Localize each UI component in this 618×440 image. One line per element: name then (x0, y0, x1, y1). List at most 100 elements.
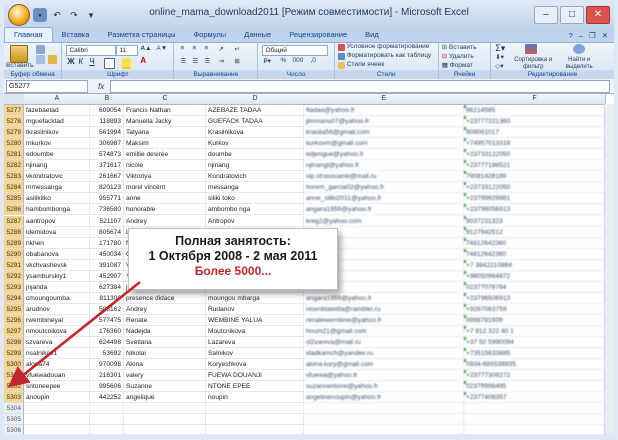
cell-e[interactable] (304, 425, 464, 434)
font-name-select[interactable]: Calibri (66, 45, 117, 56)
cell-b[interactable]: 452907 (90, 270, 124, 282)
cell-b[interactable]: 118893 (90, 116, 124, 128)
cell-d[interactable]: FUEWA DOUANJI (206, 370, 304, 382)
cut-icon[interactable] (36, 45, 45, 54)
shrink-font-icon[interactable]: A▼ (156, 45, 167, 52)
help-icon[interactable]: ? (569, 31, 573, 40)
currency-icon[interactable]: ₽▾ (263, 57, 270, 65)
row-header[interactable]: 5287 (4, 215, 24, 227)
cell-c[interactable]: Tatyana (124, 127, 206, 139)
cell-f[interactable] (464, 403, 605, 415)
cell-a[interactable]: tkrasilnikov (24, 127, 90, 139)
cell-b[interactable]: 609054 (90, 105, 124, 116)
paste-button[interactable]: Вставить (6, 62, 34, 69)
cell-f[interactable]: +7 3842210884 (464, 259, 605, 271)
cell-c[interactable]: Maksim (124, 138, 206, 150)
tab-home[interactable]: Главная (4, 27, 53, 42)
cell-f[interactable]: +23796056913 (464, 204, 605, 216)
cell-b[interactable]: 577475 (90, 314, 124, 326)
align-middle-icon[interactable]: ≡ (192, 45, 196, 52)
cell-e[interactable]: hnum21@gmail.com (304, 326, 464, 337)
cell-c[interactable]: emillie desirée (124, 149, 206, 161)
tab-page-layout[interactable]: Разметка страницы (98, 28, 184, 42)
cell-e[interactable]: horem_garcia02@yahoo.fr (304, 182, 464, 194)
cell-b[interactable]: 955771 (90, 193, 124, 205)
align-top-icon[interactable]: ≡ (180, 45, 184, 52)
cell-a[interactable]: edoumbe (24, 149, 90, 161)
cell-f[interactable]: 0998781509 (464, 314, 605, 326)
number-format-select[interactable]: Общий (262, 45, 329, 56)
table-row[interactable]: 5296 rwembineyal 577475 Renate WEMBINE YALUA… (4, 314, 614, 327)
copy-icon[interactable] (36, 55, 45, 64)
cell-f[interactable]: +23799929981 (464, 193, 605, 205)
cell-e[interactable]: vip.strasovanie@mail.ru (304, 171, 464, 183)
table-row[interactable]: 5306 (4, 425, 614, 434)
font-color-icon[interactable]: A (140, 56, 146, 65)
cell-e[interactable] (304, 403, 464, 415)
cell-e[interactable]: suzannentone@yahoo.fr (304, 381, 464, 393)
cell-e[interactable]: renatewembine@yahoo.fr (304, 314, 464, 326)
cell-a[interactable]: asilikitko (24, 193, 90, 205)
cell-b[interactable]: 391087 (90, 259, 124, 271)
row-header[interactable]: 5296 (4, 314, 24, 326)
cell-a[interactable]: ysamburskiy1 (24, 270, 90, 282)
cell-f[interactable]: 74812642360 (464, 237, 605, 249)
cell-b[interactable]: 521107 (90, 215, 124, 227)
cell-d[interactable]: Salnikov (206, 348, 304, 360)
cell-c[interactable]: Francis Nathan (124, 105, 206, 116)
cell-c[interactable]: Alona (124, 359, 206, 371)
cell-a[interactable]: rwembineyal (24, 314, 90, 326)
cell-c[interactable]: Manuella Jacky (124, 116, 206, 128)
percent-icon[interactable]: % (280, 57, 286, 64)
cell-e[interactable]: nisenblateilla@rambler.ru (304, 303, 464, 315)
cell-d[interactable]: ambombo nga (206, 204, 304, 216)
cell-c[interactable]: Svetlana (124, 337, 206, 349)
cell-e[interactable]: ftadaa@yahoo.fr (304, 105, 464, 116)
cell-d[interactable]: Lazareva (206, 337, 304, 349)
insert-cells-button[interactable]: ⊞ Вставить (442, 43, 477, 51)
cell-b[interactable]: 624498 (90, 337, 124, 349)
cell-e[interactable]: angara1959@yahoo.fr (304, 292, 464, 304)
cell-b[interactable]: 508162 (90, 303, 124, 315)
cell-f[interactable]: +37 50 5990094 (464, 337, 605, 349)
cell-f[interactable]: +98050964872 (464, 270, 605, 282)
cell-a[interactable]: aantropov (24, 215, 90, 227)
cell-f[interactable]: +23777188521 (464, 160, 605, 172)
cell-f[interactable]: +74957013318 (464, 138, 605, 150)
tab-formulas[interactable]: Формулы (184, 28, 235, 42)
cell-c[interactable]: Renate (124, 314, 206, 326)
row-header[interactable]: 5294 (4, 292, 24, 304)
close-workbook-icon[interactable]: ✕ (602, 31, 608, 40)
table-row[interactable]: 5300 alona74 970098 Alona Koryeshkova alona.k… (4, 359, 614, 371)
cell-f[interactable]: 909081017 (464, 127, 605, 139)
row-header[interactable]: 5277 (4, 105, 24, 116)
cell-d[interactable]: WEMBINE YALUA (206, 314, 304, 326)
row-header[interactable]: 5302 (4, 381, 24, 393)
indent-icon[interactable]: ⇥ (218, 57, 223, 65)
cell-a[interactable] (24, 403, 90, 415)
tab-insert[interactable]: Вставка (53, 28, 99, 42)
clear-icon[interactable]: ◇▾ (495, 62, 503, 70)
cell-e[interactable]: njinangl@yahoo.fr (304, 160, 464, 172)
cell-a[interactable]: arudnov (24, 303, 90, 315)
cell-f[interactable]: +23733122050 (464, 182, 605, 194)
row-header[interactable]: 5281 (4, 149, 24, 161)
cell-f[interactable]: 02377078794 (464, 281, 605, 293)
table-row[interactable]: 5294 cmoungoumba 811308 presence didace moun… (4, 292, 614, 305)
minimize-workbook-icon[interactable]: – (579, 31, 583, 40)
orientation-icon[interactable]: ↗ (218, 45, 223, 53)
bold-icon[interactable]: Ж (67, 57, 74, 66)
align-left-icon[interactable]: ☰ (180, 57, 186, 65)
cell-e[interactable] (304, 414, 464, 426)
row-header[interactable]: 5289 (4, 237, 24, 249)
fill-color-icon[interactable] (122, 58, 132, 69)
table-row[interactable]: 5298 szvareva 624498 Svetlana Lazareva sl2var… (4, 337, 614, 349)
cell-e[interactable]: krasita56@gmail.com (304, 127, 464, 139)
formula-input[interactable] (110, 79, 610, 93)
paste-icon[interactable] (10, 45, 28, 63)
cell-e[interactable]: anne_siliki2011@yahoo.fr (304, 193, 464, 205)
underline-icon[interactable]: Ч (89, 57, 94, 66)
table-row[interactable]: 5302 sntoneepee 995606 Suzanne NTONE EPEE suz… (4, 381, 614, 393)
cell-d[interactable]: Koryeshkova (206, 359, 304, 371)
cell-f[interactable]: +23733122050 (464, 149, 605, 161)
